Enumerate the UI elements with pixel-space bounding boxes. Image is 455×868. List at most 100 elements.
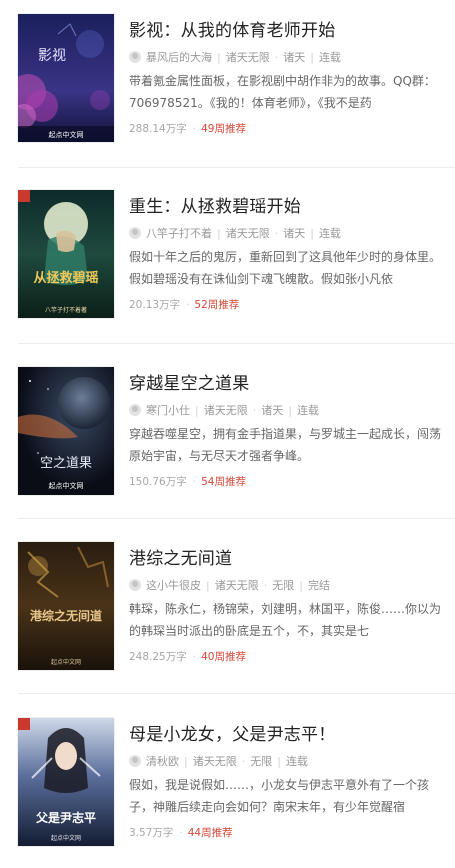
book-item[interactable]: 父是尹志平 起点中文网 母是小龙女，父是尹志平！ 清秋欧 | 诸天无限 · 无限… xyxy=(0,718,455,868)
cover-publisher: 起点中文网 xyxy=(51,834,81,842)
book-meta: 八竿子打不着 | 诸天无限 · 诸天 | 连载 xyxy=(129,226,341,240)
item-divider xyxy=(18,693,455,694)
author-name[interactable]: 寒门小仕 xyxy=(146,402,190,418)
author-name[interactable]: 暴风后的大海 xyxy=(146,49,212,65)
book-stats: 3.57万字 · 44周推荐 xyxy=(129,825,233,840)
word-count: 3.57万字 xyxy=(129,827,174,839)
recommend-weeks: 44周推荐 xyxy=(187,827,233,839)
book-meta: 寒门小仕 | 诸天无限 · 诸天 | 连载 xyxy=(129,403,319,417)
recommend-weeks: 52周推荐 xyxy=(194,299,240,311)
book-cover[interactable]: 空之道果 起点中文网 xyxy=(18,367,114,495)
cover-publisher: 起点中文网 xyxy=(49,130,84,139)
author-name[interactable]: 这小牛很皮 xyxy=(146,577,201,593)
author-name[interactable]: 八竿子打不着 xyxy=(146,225,212,241)
subcategory-label[interactable]: 诸天 xyxy=(261,402,283,418)
book-item[interactable]: 空之道果 起点中文网 穿越星空之道果 寒门小仕 | 诸天无限 · 诸天 | 连载… xyxy=(0,367,455,517)
book-meta: 这小牛很皮 | 诸天无限 · 无限 | 完结 xyxy=(129,578,330,592)
meta-separator: · xyxy=(274,50,279,64)
word-count: 20.13万字 xyxy=(129,299,181,311)
book-description: 穿越吞噬星空，拥有金手指道果，与罗城主一起成长，闯荡原始宇宙，与无尽天才强者争峰… xyxy=(129,427,442,463)
book-item[interactable]: 从拯救碧瑶 八竿子打不着著 重生：从拯救碧瑶开始 八竿子打不着 | 诸天无限 ·… xyxy=(0,190,455,340)
book-title[interactable]: 影视：从我的体育老师开始 xyxy=(129,16,335,41)
item-divider xyxy=(18,343,455,344)
recommend-weeks: 54周推荐 xyxy=(201,476,246,488)
cover-title-text: 港综之无间道 xyxy=(30,608,102,623)
item-divider xyxy=(18,518,455,519)
word-count: 150.76万字 xyxy=(129,476,187,488)
meta-separator: | xyxy=(310,50,314,64)
meta-separator: | xyxy=(217,50,221,64)
subcategory-label[interactable]: 无限 xyxy=(250,753,272,769)
category-label[interactable]: 诸天无限 xyxy=(193,753,237,769)
status-label: 连载 xyxy=(285,755,308,768)
word-count: 288.14万字 xyxy=(129,123,187,135)
stats-separator: · xyxy=(192,650,197,663)
meta-separator: | xyxy=(310,226,314,240)
meta-separator: | xyxy=(195,403,199,417)
book-item[interactable]: 港综之无间道 起点中文网 港综之无间道 这小牛很皮 | 诸天无限 · 无限 | … xyxy=(0,542,455,692)
meta-separator: | xyxy=(206,578,210,592)
book-description: 假如，我是说假如……，小龙女与伊志平意外有了一个孩子，神雕后续走向会如何？南宋末… xyxy=(129,778,430,814)
subcategory-label[interactable]: 无限 xyxy=(272,577,294,593)
stats-separator: · xyxy=(186,298,190,311)
author-avatar-icon xyxy=(129,755,141,767)
meta-separator: · xyxy=(274,226,279,240)
author-name[interactable]: 清秋欧 xyxy=(146,753,179,769)
author-avatar-icon xyxy=(129,404,141,416)
category-label[interactable]: 诸天无限 xyxy=(215,577,259,593)
cover-art-gold-dark: 港综之无间道 起点中文网 xyxy=(18,542,114,670)
category-label[interactable]: 诸天无限 xyxy=(226,49,270,65)
category-label[interactable]: 诸天无限 xyxy=(226,225,270,241)
book-stats: 150.76万字 · 54周推荐 xyxy=(129,474,246,489)
recommend-weeks: 49周推荐 xyxy=(201,123,246,135)
book-title[interactable]: 重生：从拯救碧瑶开始 xyxy=(129,192,301,217)
subcategory-label[interactable]: 诸天 xyxy=(283,225,305,241)
cover-publisher: 起点中文网 xyxy=(49,481,84,490)
status-label: 连载 xyxy=(296,404,319,417)
recommend-weeks: 40周推荐 xyxy=(201,651,246,663)
meta-separator: · xyxy=(263,578,268,592)
cover-publisher: 起点中文网 xyxy=(51,658,81,666)
author-avatar-icon xyxy=(129,579,141,591)
book-meta: 清秋欧 | 诸天无限 · 无限 | 连载 xyxy=(129,754,308,768)
book-cover[interactable]: 父是尹志平 起点中文网 xyxy=(18,718,114,846)
meta-separator: | xyxy=(299,578,303,592)
author-avatar-icon xyxy=(129,227,141,239)
meta-separator: | xyxy=(277,754,281,768)
book-title[interactable]: 穿越星空之道果 xyxy=(129,369,249,394)
book-title[interactable]: 母是小龙女，父是尹志平！ xyxy=(129,720,335,745)
meta-separator: | xyxy=(288,403,292,417)
meta-separator: | xyxy=(217,226,221,240)
book-stats: 288.14万字 · 49周推荐 xyxy=(129,121,246,136)
stats-separator: · xyxy=(192,122,197,135)
status-label: 连载 xyxy=(318,51,341,64)
stats-separator: · xyxy=(192,475,197,488)
cover-title-text: 从拯救碧瑶 xyxy=(33,270,98,285)
book-title[interactable]: 港综之无间道 xyxy=(129,544,232,569)
meta-separator: · xyxy=(241,754,246,768)
cover-art-hero-blue: 父是尹志平 起点中文网 xyxy=(18,718,114,846)
cover-title-text: 影视 xyxy=(38,48,66,64)
cover-art-moon-green: 从拯救碧瑶 八竿子打不着著 xyxy=(18,190,114,318)
author-avatar-icon xyxy=(129,51,141,63)
book-stats: 20.13万字 · 52周推荐 xyxy=(129,297,239,312)
stats-separator: · xyxy=(179,826,183,839)
book-description: 假如十年之后的鬼厉，重新回到了这具他年少时的身体里。假如碧瑶没有在诛仙剑下魂飞魄… xyxy=(129,250,442,286)
category-label[interactable]: 诸天无限 xyxy=(204,402,248,418)
book-description: 韩琛，陈永仁，杨锦荣，刘建明，林国平，陈俊……你以为的韩琛当时派出的卧底是五个，… xyxy=(129,602,442,638)
cover-art-purple-blossom: 影视 起点中文网 xyxy=(18,14,114,142)
word-count: 248.25万字 xyxy=(129,651,187,663)
book-stats: 248.25万字 · 40周推荐 xyxy=(129,649,246,664)
book-description: 带着氪金属性面板，在影视剧中胡作非为的故事。QQ群：706978521。《我的！… xyxy=(129,74,436,110)
book-item[interactable]: 影视 起点中文网 影视：从我的体育老师开始 暴风后的大海 | 诸天无限 · 诸天… xyxy=(0,14,455,164)
subcategory-label[interactable]: 诸天 xyxy=(283,49,305,65)
book-cover[interactable]: 从拯救碧瑶 八竿子打不着著 xyxy=(18,190,114,318)
book-cover[interactable]: 港综之无间道 起点中文网 xyxy=(18,542,114,670)
status-label: 完结 xyxy=(307,579,330,592)
item-divider xyxy=(18,167,455,168)
cover-art-planet-space: 空之道果 起点中文网 xyxy=(18,367,114,495)
book-meta: 暴风后的大海 | 诸天无限 · 诸天 | 连载 xyxy=(129,50,341,64)
book-cover[interactable]: 影视 起点中文网 xyxy=(18,14,114,142)
meta-separator: | xyxy=(184,754,188,768)
status-label: 连载 xyxy=(318,227,341,240)
